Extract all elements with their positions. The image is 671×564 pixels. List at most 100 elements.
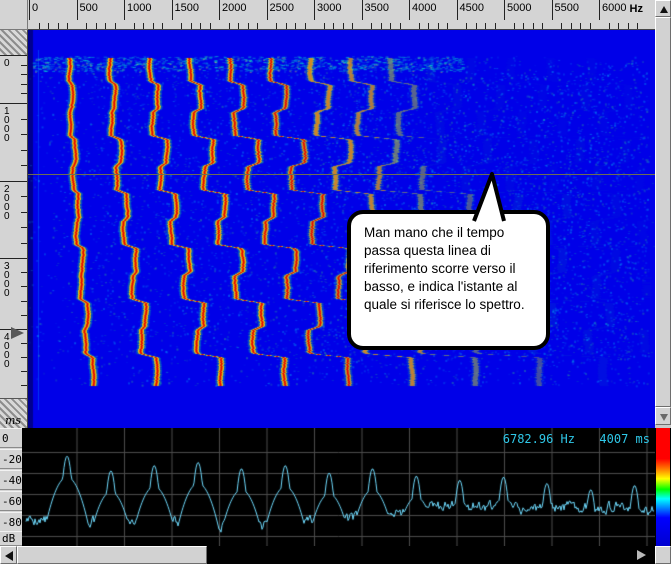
minor-tick	[400, 23, 401, 29]
minor-tick	[21, 150, 27, 151]
top-ruler-tick-label: 500	[80, 2, 98, 14]
time-reference-line	[28, 174, 655, 175]
major-tick	[124, 0, 125, 20]
minor-tick	[96, 23, 97, 29]
frequency-ruler: Hz 0500100015002000250030003500400045005…	[28, 0, 655, 30]
top-ruler-tick-label: 2500	[270, 2, 294, 14]
horizontal-scrollbar[interactable]	[0, 546, 655, 564]
spectrogram-app-window: Hz 0500100015002000250030003500400045005…	[0, 0, 671, 564]
minor-tick	[21, 371, 27, 372]
minor-tick	[305, 23, 306, 29]
left-ruler-tick-label: 4 0 0 0	[4, 333, 10, 369]
minor-tick	[533, 23, 534, 29]
down-arrow-icon	[660, 414, 668, 421]
db-scale-label: -40	[0, 470, 22, 490]
frequency-unit-label: Hz	[630, 3, 643, 15]
minor-tick	[21, 84, 27, 85]
major-tick	[599, 0, 600, 20]
db-scale-label: 0	[0, 428, 22, 448]
minor-tick	[257, 23, 258, 29]
frequency-readout: 6782.96 Hz	[503, 432, 575, 446]
minor-tick	[343, 23, 344, 29]
major-tick	[552, 0, 553, 20]
minor-tick	[637, 23, 638, 29]
major-tick	[362, 0, 363, 20]
scroll-left-button[interactable]	[0, 546, 17, 564]
left-ruler-tick-label: 2 0 0 0	[4, 185, 10, 221]
spectrogram-display[interactable]	[28, 30, 655, 428]
major-tick	[0, 103, 27, 104]
minor-tick	[39, 23, 40, 29]
major-tick	[0, 181, 27, 182]
minor-tick	[618, 23, 619, 29]
minor-tick	[115, 23, 116, 29]
minor-tick	[295, 23, 296, 29]
time-unit-label: ms	[5, 414, 21, 427]
minor-tick	[21, 286, 27, 287]
minor-tick	[86, 23, 87, 29]
minor-tick	[286, 23, 287, 29]
db-scale-label: -20	[0, 449, 22, 469]
top-ruler-tick-label: 6000	[602, 2, 626, 14]
major-tick	[267, 0, 268, 20]
minor-tick	[229, 23, 230, 29]
top-ruler-tick-label: 3000	[317, 2, 341, 14]
minor-tick	[191, 23, 192, 29]
minor-tick	[21, 357, 27, 358]
minor-tick	[238, 23, 239, 29]
minor-tick	[514, 23, 515, 29]
ruler-corner-cell	[0, 0, 28, 30]
top-ruler-tick-label: 4000	[412, 2, 436, 14]
minor-tick	[21, 315, 27, 316]
minor-tick	[447, 23, 448, 29]
minor-tick	[200, 23, 201, 29]
minor-tick	[609, 23, 610, 29]
minor-tick	[324, 23, 325, 29]
ruler-hatch-bottom: ms	[0, 398, 27, 429]
major-tick	[77, 0, 78, 20]
time-ruler: ms 01 0 0 02 0 0 03 0 0 04 0 0 0	[0, 30, 28, 428]
scroll-up-button[interactable]	[655, 0, 671, 17]
callout-text: Man mano che il tempo passa questa linea…	[364, 224, 542, 314]
scrollbar-corner	[655, 546, 671, 564]
scroll-down-button[interactable]	[655, 407, 671, 425]
minor-tick	[21, 165, 27, 166]
top-ruler-tick-label: 5500	[555, 2, 579, 14]
spectrum-panel: 0-20-40-60-80-100dB 6782.96 Hz 4007 ms	[0, 428, 671, 546]
minor-tick	[21, 272, 27, 273]
minor-tick	[590, 23, 591, 29]
db-unit-label: dB	[0, 531, 22, 546]
minor-tick	[390, 23, 391, 29]
minor-tick	[438, 23, 439, 29]
left-ruler-tick-label: 1 0 0 0	[4, 107, 10, 143]
minor-tick	[352, 23, 353, 29]
time-cursor-marker[interactable]	[11, 327, 24, 339]
top-ruler-tick-label: 3500	[365, 2, 389, 14]
minor-tick	[67, 23, 68, 29]
left-arrow-icon	[5, 551, 13, 561]
right-arrow-icon[interactable]	[637, 550, 646, 560]
minor-tick	[381, 23, 382, 29]
minor-tick	[134, 23, 135, 29]
minor-tick	[21, 65, 27, 66]
minor-tick	[21, 343, 27, 344]
minor-tick	[21, 119, 27, 120]
vertical-scrollbar-thumb[interactable]	[655, 17, 671, 407]
minor-tick	[495, 23, 496, 29]
minor-tick	[542, 23, 543, 29]
minor-tick	[21, 134, 27, 135]
minor-tick	[162, 23, 163, 29]
major-tick	[457, 0, 458, 20]
left-ruler-tick-label: 0	[4, 59, 10, 68]
minor-tick	[21, 227, 27, 228]
horizontal-scrollbar-thumb[interactable]	[17, 546, 207, 564]
db-scale-label: -60	[0, 491, 22, 511]
minor-tick	[21, 74, 27, 75]
color-scale-legend	[656, 428, 670, 546]
minor-tick	[523, 23, 524, 29]
minor-tick	[21, 196, 27, 197]
minor-tick	[21, 301, 27, 302]
minor-tick	[276, 23, 277, 29]
minor-tick	[485, 23, 486, 29]
time-readout: 4007 ms	[599, 432, 650, 446]
